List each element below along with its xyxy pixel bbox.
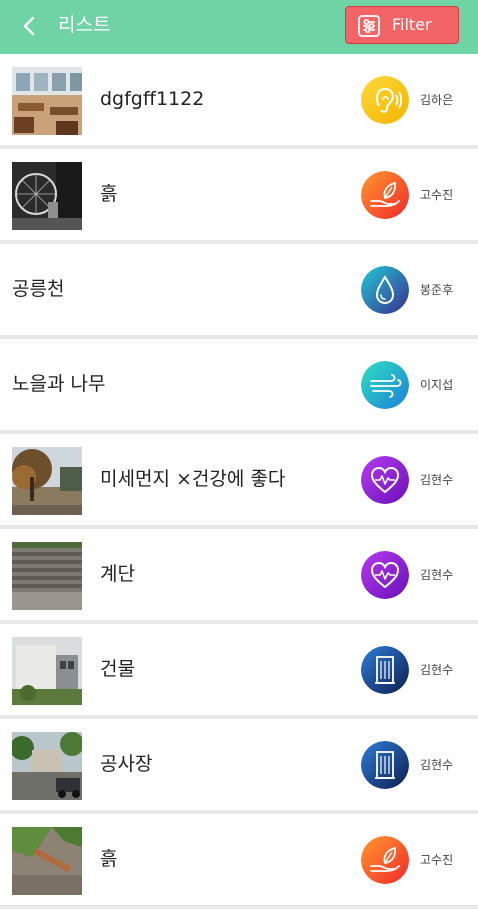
item-author: 김하은 <box>420 93 454 107</box>
app-header: 리스트 Filter <box>0 0 478 54</box>
item-author: 고수진 <box>420 188 454 202</box>
item-author: 김현수 <box>420 473 454 487</box>
list-item[interactable]: 노을과 나무 이지섭 <box>0 339 478 430</box>
item-title: 미세먼지 ×건강에 좋다 <box>100 468 286 490</box>
list-item[interactable]: 계단 김현수 <box>0 529 478 620</box>
restaurant-photo <box>12 67 82 135</box>
list-item[interactable]: 흙 고수진 <box>0 149 478 240</box>
page-title: 리스트 <box>58 14 111 36</box>
item-author: 김현수 <box>420 568 454 582</box>
item-author: 김현수 <box>420 663 454 677</box>
list-item[interactable]: 공사장 김현수 <box>0 719 478 810</box>
hand-leaf-icon <box>361 836 409 884</box>
item-title: 건물 <box>100 658 135 680</box>
stairs-photo <box>12 542 82 610</box>
bicycle-photo <box>12 162 82 230</box>
sliders-icon <box>358 15 380 37</box>
list-item[interactable]: 흙 고수진 <box>0 814 478 905</box>
item-title: 계단 <box>100 563 135 585</box>
heart-pulse-icon <box>361 456 409 504</box>
heart-pulse-icon <box>361 551 409 599</box>
filter-button[interactable]: Filter <box>345 6 459 44</box>
chevron-left-icon[interactable] <box>18 12 42 40</box>
item-title: 공사장 <box>100 753 153 775</box>
building-photo <box>12 637 82 705</box>
hand-leaf-icon <box>361 171 409 219</box>
wind-icon <box>361 361 409 409</box>
item-author: 고수진 <box>420 853 454 867</box>
item-title: 흙 <box>100 183 118 205</box>
building-icon <box>361 741 409 789</box>
post-list: dgfgff1122 김하은 흙 고수진 공릉천 봉준후 노을과 나무 이지섭 … <box>0 54 478 909</box>
item-title: 흙 <box>100 848 118 870</box>
item-title: 공릉천 <box>12 278 65 300</box>
soil-photo <box>12 827 82 895</box>
item-author: 이지섭 <box>420 378 454 392</box>
construction-photo <box>12 732 82 800</box>
item-author: 김현수 <box>420 758 454 772</box>
list-item[interactable]: 공릉천 봉준후 <box>0 244 478 335</box>
item-author: 봉준후 <box>420 283 454 297</box>
water-drop-icon <box>361 266 409 314</box>
list-item[interactable]: dgfgff1122 김하은 <box>0 54 478 145</box>
item-title: 노을과 나무 <box>12 373 106 395</box>
list-item[interactable]: 건물 김현수 <box>0 624 478 715</box>
filter-label: Filter <box>392 15 432 34</box>
list-item[interactable]: 미세먼지 ×건강에 좋다 김현수 <box>0 434 478 525</box>
item-title: dgfgff1122 <box>100 88 205 110</box>
park-tree-photo <box>12 447 82 515</box>
ear-icon <box>361 76 409 124</box>
building-icon <box>361 646 409 694</box>
